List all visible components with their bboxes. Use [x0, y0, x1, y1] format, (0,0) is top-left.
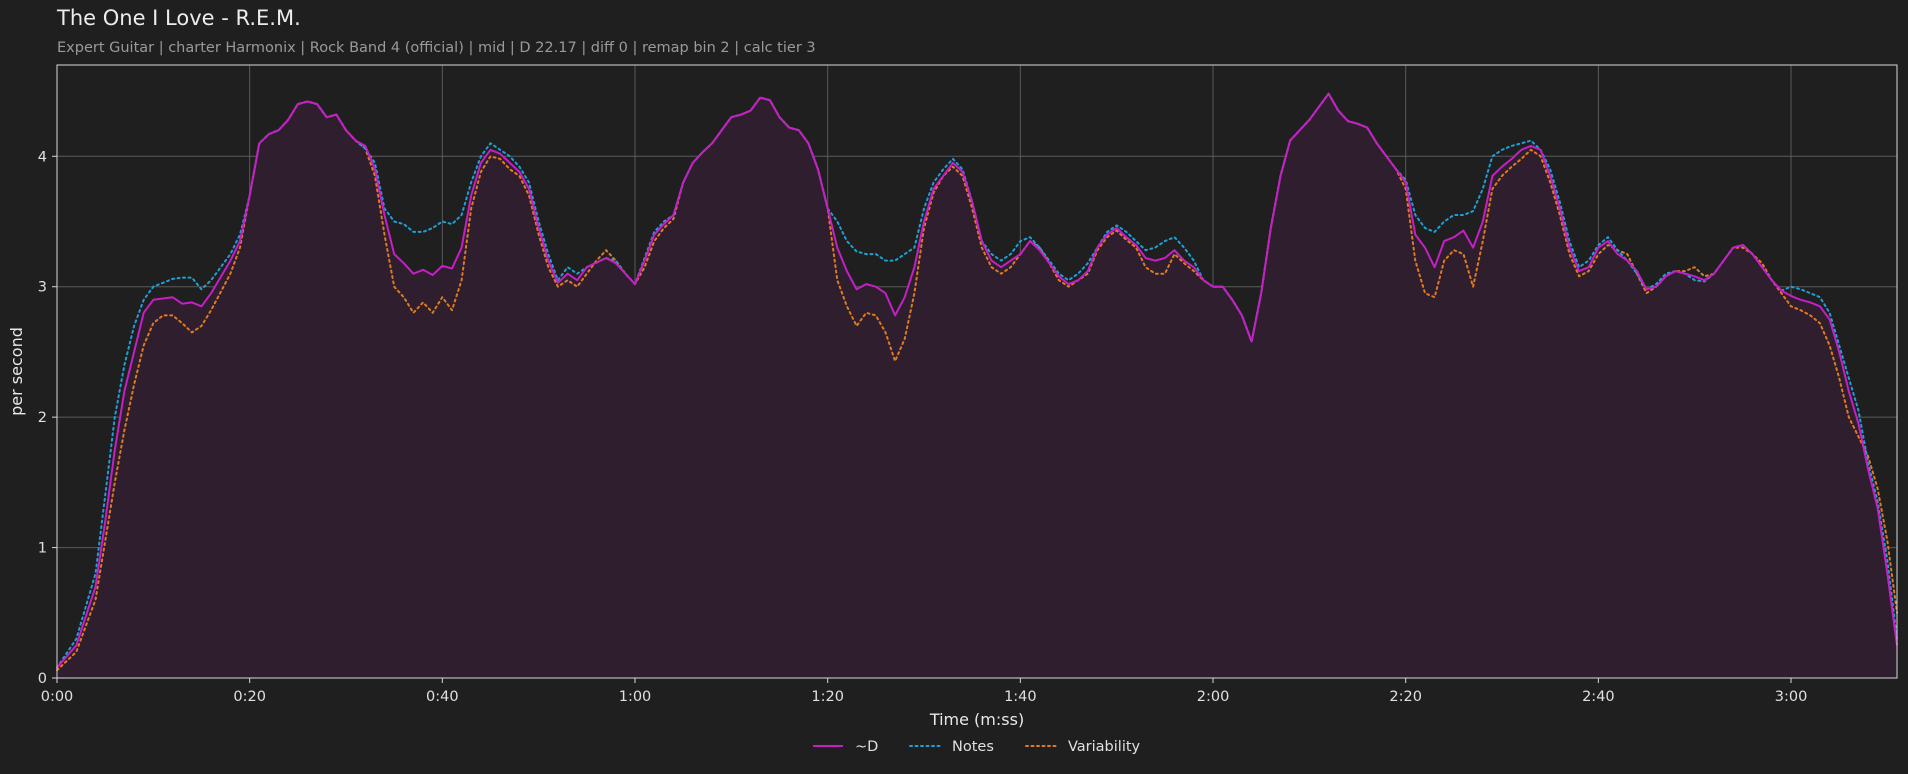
x-tick-label: 0:00 — [41, 689, 74, 705]
y-tick-label: 1 — [38, 541, 47, 557]
d-area-fill — [57, 93, 1897, 678]
x-tick-label: 3:00 — [1775, 689, 1808, 705]
x-tick-label: 2:20 — [1389, 689, 1422, 705]
legend: ~D Notes Variability — [813, 739, 1141, 755]
fill-layer — [57, 93, 1897, 678]
x-tick-label: 0:20 — [233, 689, 266, 705]
x-tick-label: 2:00 — [1197, 689, 1230, 705]
x-tick-label: 1:00 — [619, 689, 652, 705]
legend-label: Variability — [1068, 739, 1141, 755]
x-tick-label: 1:40 — [1004, 689, 1037, 705]
y-tick-label: 4 — [38, 149, 47, 165]
legend-label: ~D — [855, 739, 878, 755]
x-tick-label: 2:40 — [1582, 689, 1615, 705]
y-tick-label: 3 — [38, 280, 47, 296]
y-tick-label: 2 — [38, 410, 47, 426]
y-tick-label: 0 — [38, 671, 47, 687]
x-tick-label: 1:20 — [811, 689, 844, 705]
chart-svg: 0:00 0:20 0:40 1:00 1:20 1:40 2:00 2:20 2:40 3:00… — [7, 64, 1898, 755]
x-tick-label: 0:40 — [426, 689, 459, 705]
x-axis-label: Time (m:ss) — [929, 710, 1024, 729]
legend-label: Notes — [952, 739, 994, 755]
y-axis-label: per second — [7, 327, 26, 416]
